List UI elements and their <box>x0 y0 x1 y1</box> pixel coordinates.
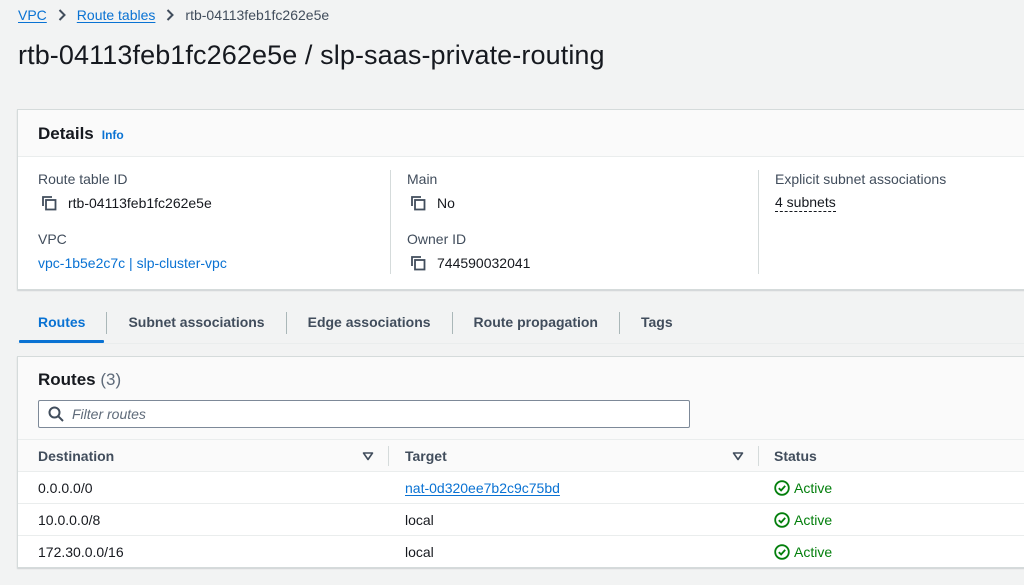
column-header-status-label: Status <box>774 447 817 464</box>
status-text: Active <box>794 511 833 528</box>
subnet-associations-value: 4 subnets <box>775 194 946 212</box>
vpc-link[interactable]: vpc-1b5e2c7c | slp-cluster-vpc <box>38 255 227 271</box>
main-value: No <box>407 194 530 212</box>
details-column-2: Main No Owner ID 744590032041 <box>407 171 530 272</box>
details-heading: Details <box>38 124 94 143</box>
chevron-right-icon <box>165 9 175 21</box>
vpc-value: vpc-1b5e2c7c | slp-cluster-vpc <box>38 254 227 272</box>
subnet-associations-label: Explicit subnet associations <box>775 171 947 187</box>
column-header-destination-label: Destination <box>38 447 115 464</box>
caret-down-icon[interactable] <box>362 450 374 462</box>
target-cell: nat-0d320ee7b2c9c75bd <box>389 472 759 504</box>
table-header-row: Destination Target Status <box>18 439 1024 472</box>
routes-count: (3) <box>100 370 122 389</box>
column-divider <box>758 170 759 274</box>
vpc-label: VPC <box>38 231 67 247</box>
page-title: rtb-04113feb1fc262e5e / slp-saas-private… <box>18 40 605 70</box>
subnet-associations-link[interactable]: 4 subnets <box>775 194 836 212</box>
info-link[interactable]: Info <box>102 128 124 142</box>
target-link[interactable]: nat-0d320ee7b2c9c75bd <box>405 480 560 496</box>
status-text: Active <box>794 543 833 560</box>
check-circle-icon <box>774 479 790 496</box>
check-circle-icon <box>774 544 790 560</box>
tab-tags[interactable]: Tags <box>620 305 694 343</box>
tab-route-propagation[interactable]: Route propagation <box>453 305 619 343</box>
routes-header: Routes (3) <box>18 357 1024 439</box>
tab-subnet-associations[interactable]: Subnet associations <box>107 305 285 343</box>
owner-id-label: Owner ID <box>407 231 467 247</box>
tab-bar: Routes Subnet associations Edge associat… <box>17 305 694 343</box>
route-table-id-text: rtb-04113feb1fc262e5e <box>68 195 212 211</box>
copy-icon[interactable] <box>41 195 57 211</box>
tab-edge-associations[interactable]: Edge associations <box>287 305 452 343</box>
column-header-target[interactable]: Target <box>389 439 759 472</box>
status-cell: Active <box>759 535 1024 568</box>
breadcrumb-route-tables-link[interactable]: Route tables <box>77 7 156 23</box>
table-row: 10.0.0.0/8 local Active <box>18 503 1024 536</box>
routes-heading: Routes (3) <box>38 370 1024 390</box>
column-header-destination[interactable]: Destination <box>18 439 389 472</box>
column-divider <box>390 170 391 274</box>
main-label: Main <box>407 171 438 187</box>
status-cell: Active <box>759 472 1024 504</box>
owner-id-text: 744590032041 <box>437 255 531 271</box>
destination-cell: 172.30.0.0/16 <box>18 535 389 568</box>
destination-cell: 10.0.0.0/8 <box>18 503 389 536</box>
filter-routes-input[interactable] <box>72 406 632 422</box>
routes-panel: Routes (3) Destination <box>17 356 1024 568</box>
breadcrumb: VPC Route tables rtb-04113feb1fc262e5e <box>18 7 329 23</box>
copy-icon[interactable] <box>410 195 426 211</box>
breadcrumb-vpc-link[interactable]: VPC <box>18 7 47 23</box>
table-row: 0.0.0.0/0 nat-0d320ee7b2c9c75bd Active <box>18 472 1024 504</box>
column-header-status[interactable]: Status <box>759 439 1024 472</box>
target-cell: local <box>389 503 759 536</box>
routes-heading-text: Routes <box>38 370 96 389</box>
caret-down-icon[interactable] <box>732 450 744 462</box>
status-cell: Active <box>759 503 1024 536</box>
route-table-id-label: Route table ID <box>38 171 128 187</box>
tabs-underline <box>17 343 1024 344</box>
main-text: No <box>437 195 455 211</box>
chevron-right-icon <box>57 9 67 21</box>
check-circle-icon <box>774 511 790 528</box>
details-column-1: Route table ID rtb-04113feb1fc262e5e VPC… <box>38 171 227 272</box>
search-icon <box>48 406 64 422</box>
target-cell: local <box>389 535 759 568</box>
tab-routes[interactable]: Routes <box>17 305 106 343</box>
column-header-target-label: Target <box>405 447 447 464</box>
destination-cell: 0.0.0.0/0 <box>38 479 93 496</box>
owner-id-value: 744590032041 <box>407 254 530 272</box>
copy-icon[interactable] <box>410 255 426 271</box>
routes-table: Destination Target Status 0.0.0.0/0 nat-… <box>18 439 1024 568</box>
details-header: Details Info <box>18 110 1024 157</box>
status-text: Active <box>794 479 833 496</box>
route-table-id-value: rtb-04113feb1fc262e5e <box>38 194 227 212</box>
details-panel: Details Info Route table ID rtb-04113feb… <box>17 109 1024 290</box>
filter-routes-box[interactable] <box>38 400 690 428</box>
table-row: 172.30.0.0/16 local Active <box>18 535 1024 568</box>
breadcrumb-current: rtb-04113feb1fc262e5e <box>185 7 330 23</box>
details-column-3: Explicit subnet associations 4 subnets <box>775 171 946 212</box>
